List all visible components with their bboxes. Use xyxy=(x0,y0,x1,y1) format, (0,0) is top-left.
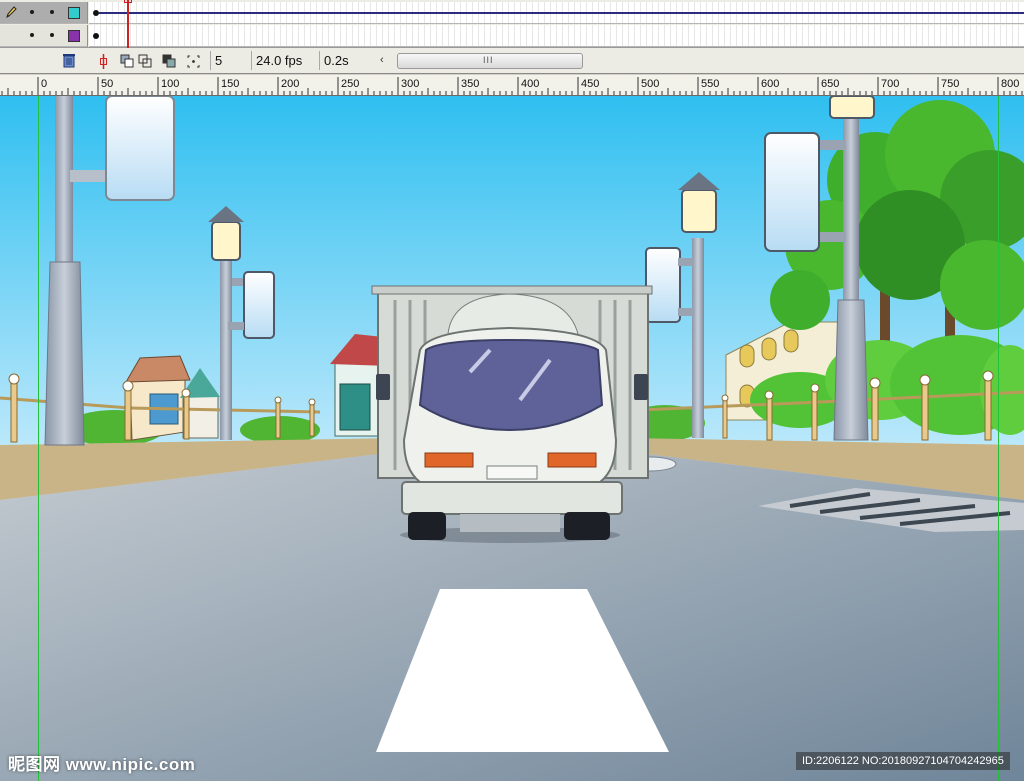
ruler-label: 250 xyxy=(341,78,359,90)
truck xyxy=(371,285,653,543)
onion-markers-icon[interactable] xyxy=(184,52,201,69)
trash-icon[interactable] xyxy=(62,53,76,68)
ruler-label: 650 xyxy=(821,78,839,90)
scrollbar-grip[interactable]: III xyxy=(483,55,494,65)
ruler-label: 0 xyxy=(41,78,47,90)
onion-skin-outline-icon[interactable] xyxy=(136,52,153,69)
watermark-brand: 昵图网 www.nipic.com xyxy=(8,755,196,774)
ruler-label: 400 xyxy=(521,78,539,90)
visibility-dot[interactable] xyxy=(30,10,34,14)
ruler-label: 600 xyxy=(761,78,779,90)
horizontal-ruler: 0 50 100 150 200 250 300 350 400 450 500 550 600 650 7… xyxy=(0,75,1024,96)
keyframe[interactable] xyxy=(93,33,99,39)
ruler-label: 800 xyxy=(1001,78,1019,90)
layer-frames-2[interactable] xyxy=(89,25,1024,47)
pencil-icon xyxy=(6,6,17,18)
layer-frames-1[interactable] xyxy=(89,2,1024,24)
ruler-label: 100 xyxy=(161,78,179,90)
ruler-label: 350 xyxy=(461,78,479,90)
ruler-label: 150 xyxy=(221,78,239,90)
layer-header-1[interactable] xyxy=(0,2,88,24)
elapsed-time-field: 0.2s xyxy=(319,51,371,70)
lock-dot[interactable] xyxy=(50,10,54,14)
scroll-left-arrow-icon[interactable]: ‹ xyxy=(380,54,384,66)
layer-row-2[interactable] xyxy=(0,25,1024,49)
timeline-horizontal-scrollbar[interactable]: III xyxy=(397,53,583,69)
stage-canvas[interactable] xyxy=(0,96,1024,781)
visibility-dot[interactable] xyxy=(30,33,34,37)
watermark-id: ID:2206122 NO:20180927104704242965 xyxy=(796,752,1010,770)
layer-outline-color-swatch[interactable] xyxy=(68,30,80,42)
ruler-label: 450 xyxy=(581,78,599,90)
timeline-panel xyxy=(0,0,1024,48)
ruler-label: 550 xyxy=(701,78,719,90)
keyframe[interactable] xyxy=(93,10,99,16)
ruler-ticks: 0 50 100 150 200 250 300 350 400 450 500 550 600 650 7… xyxy=(1,77,1023,95)
ruler-label: 200 xyxy=(281,78,299,90)
ruler-label: 750 xyxy=(941,78,959,90)
ruler-label: 700 xyxy=(881,78,899,90)
edit-multiple-frames-icon[interactable] xyxy=(160,52,177,69)
playhead[interactable] xyxy=(127,0,129,48)
layer-header-2[interactable] xyxy=(0,25,88,47)
onion-skin-icon[interactable] xyxy=(118,52,135,69)
street-scene xyxy=(0,96,1024,781)
timeline-status-bar: 5 24.0 fps 0.2s ‹ III xyxy=(0,48,1024,74)
guide-line-right[interactable] xyxy=(998,96,999,781)
ruler-label: 500 xyxy=(641,78,659,90)
center-frame-icon[interactable] xyxy=(94,52,111,69)
ruler-label: 300 xyxy=(401,78,419,90)
layer-outline-color-swatch[interactable] xyxy=(68,7,80,19)
current-frame-field: 5 xyxy=(210,51,248,70)
layer-row-1[interactable] xyxy=(0,2,1024,26)
guide-line-left[interactable] xyxy=(38,96,39,781)
ruler-label: 50 xyxy=(101,78,113,90)
lock-dot[interactable] xyxy=(50,33,54,37)
frame-rate-field[interactable]: 24.0 fps xyxy=(251,51,317,70)
